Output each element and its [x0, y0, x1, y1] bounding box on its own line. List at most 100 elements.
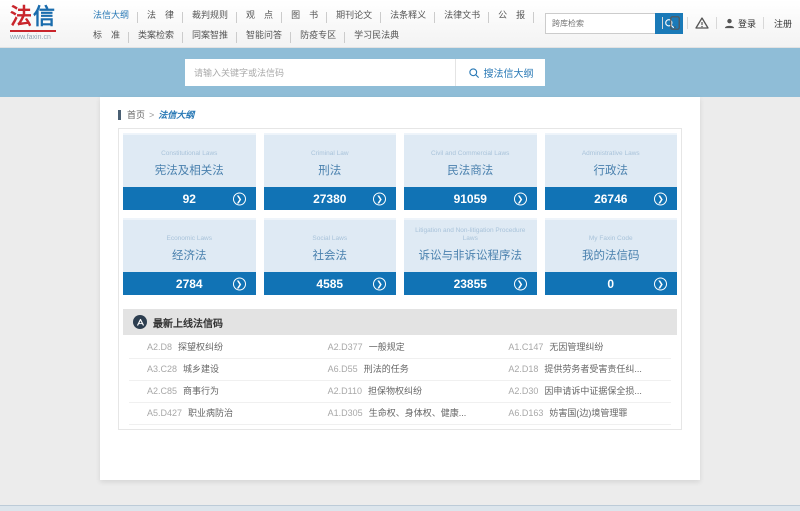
card-count: 91059 [453, 191, 487, 206]
card-count-bar: 27380 ❯ [263, 187, 396, 210]
outline-panel: Constitutional Laws 宪法及相关法 92 ❯ Criminal… [118, 128, 682, 430]
breadcrumb: 首页 > 法信大纲 [100, 97, 700, 128]
nav-item-viewpoints[interactable]: 观 点 [237, 8, 283, 23]
arrow-circle-icon[interactable]: ❯ [654, 277, 667, 290]
user-icon[interactable] [724, 18, 735, 29]
faxin-code: A2.D8 [147, 342, 173, 352]
faxin-code-title: 担保物权纠纷 [368, 386, 423, 396]
card-criminal-law[interactable]: Criminal Law 刑法 27380 ❯ [263, 133, 396, 210]
faxin-code-title: 商事行为 [183, 386, 220, 396]
card-body: Social Laws 社会法 [263, 218, 396, 272]
latest-badge-icon [133, 315, 147, 329]
card-title: 宪法及相关法 [154, 165, 224, 177]
card-english-caption: Criminal Law [310, 150, 349, 157]
list-item[interactable]: A2.D8 探望权纠纷 [129, 337, 310, 359]
card-my-faxin-code[interactable]: My Faxin Code 我的法信码 0 ❯ [544, 218, 677, 295]
list-item[interactable]: A2.D30 因申请诉中证据保全损... [490, 381, 671, 403]
list-item[interactable]: A1.D305 生命权、身体权、健康... [309, 403, 491, 425]
nav-item-similar-case-push[interactable]: 同案智推 [183, 28, 238, 43]
nav-item-epidemic-zone[interactable]: 防疫专区 [291, 28, 346, 43]
nav-row-2: 标 准 类案检索 同案智推 智能问答 防疫专区 学习民法典 [84, 24, 534, 44]
card-body: Criminal Law 刑法 [263, 133, 396, 187]
nav-item-books[interactable]: 图 书 [282, 8, 328, 23]
list-item[interactable]: A2.D110 担保物权纠纷 [309, 381, 491, 403]
nav-item-law[interactable]: 法 律 [138, 8, 184, 23]
arrow-circle-icon[interactable]: ❯ [232, 192, 246, 205]
card-english-caption: My Faxin Code [588, 235, 633, 242]
card-count-bar: 23855 ❯ [404, 272, 537, 295]
arrow-circle-icon[interactable]: ❯ [654, 192, 667, 205]
list-item[interactable]: A6.D55 刑法的任务 [309, 359, 491, 381]
list-item[interactable]: A5.D427 职业病防治 [129, 403, 310, 425]
nav-item-civil-code-study[interactable]: 学习民法典 [345, 28, 408, 41]
faxin-code: A5.D427 [147, 408, 183, 418]
nav-item-standards[interactable]: 标 准 [84, 28, 130, 43]
card-title: 民法商法 [447, 165, 494, 177]
faxin-logo[interactable]: 法信 www.faxin.cn [10, 5, 76, 41]
card-english-caption: Civil and Commercial Laws [431, 150, 510, 157]
faxin-code-title: 职业病防治 [188, 408, 234, 418]
faxin-code: A6.D163 [508, 408, 544, 418]
faxin-code: A1.D305 [327, 408, 363, 418]
faxin-code-title: 一般规定 [368, 342, 405, 352]
register-link[interactable]: 注册 [774, 17, 792, 30]
breadcrumb-current[interactable]: 法信大纲 [158, 108, 194, 121]
breadcrumb-home[interactable]: 首页 [127, 108, 145, 121]
card-title: 社会法 [312, 250, 348, 262]
card-constitutional-laws[interactable]: Constitutional Laws 宪法及相关法 92 ❯ [123, 133, 256, 210]
faxin-code: A2.D30 [508, 386, 539, 396]
main-search: 搜法信大纲 [185, 59, 545, 86]
card-economic-laws[interactable]: Economic Laws 经济法 2784 ❯ [123, 218, 256, 295]
alert-icon[interactable] [695, 17, 709, 29]
list-item[interactable]: A6.D163 妨害国(边)境管理罪 [490, 403, 671, 425]
list-item[interactable]: A2.C85 商事行为 [129, 381, 310, 403]
divider [762, 17, 764, 29]
nav-item-legal-documents[interactable]: 法律文书 [435, 8, 490, 23]
list-item[interactable]: A3.C28 城乡建设 [129, 359, 310, 381]
nav-item-gazette[interactable]: 公 报 [489, 8, 535, 23]
arrow-circle-icon[interactable]: ❯ [232, 277, 246, 290]
faxin-code: A3.C28 [147, 364, 178, 374]
main-nav: 法信大纲 法 律 裁判规则 观 点 图 书 期刊论文 法条释义 法律文书 公 报… [84, 4, 535, 44]
card-litigation-procedure-laws[interactable]: Litigation and Non-litigation Procedure … [404, 218, 537, 295]
divider [661, 17, 663, 29]
footer-strip [0, 505, 800, 511]
card-count-bar: 91059 ❯ [404, 187, 537, 210]
faxin-code: A2.D110 [327, 386, 363, 396]
nav-item-smart-qa[interactable]: 智能问答 [237, 28, 292, 43]
card-count-bar: 26746 ❯ [544, 187, 677, 210]
logo-url: www.faxin.cn [10, 34, 51, 41]
card-body: Economic Laws 经济法 [123, 218, 256, 272]
main-search-input[interactable] [185, 59, 455, 86]
list-item[interactable]: A1.C147 无因管理纠纷 [490, 337, 671, 359]
main-search-button[interactable]: 搜法信大纲 [455, 59, 545, 86]
card-title: 经济法 [172, 250, 207, 262]
logo-text: 法信 [10, 5, 57, 32]
search-icon [468, 67, 480, 79]
login-link[interactable]: 登录 [738, 17, 756, 30]
latest-section-title: 最新上线法信码 [153, 318, 223, 330]
card-social-laws[interactable]: Social Laws 社会法 4585 ❯ [263, 218, 396, 295]
mobile-icon[interactable] [670, 16, 680, 30]
quick-search-input[interactable] [545, 13, 655, 34]
arrow-circle-icon[interactable]: ❯ [513, 277, 527, 290]
card-body: My Faxin Code 我的法信码 [544, 218, 677, 272]
nav-item-journal-articles[interactable]: 期刊论文 [327, 8, 382, 23]
faxin-code-title: 提供劳务者受害责任纠... [544, 364, 642, 374]
card-count: 92 [182, 191, 196, 206]
arrow-circle-icon[interactable]: ❯ [373, 277, 386, 290]
card-administrative-laws[interactable]: Administrative Laws 行政法 26746 ❯ [544, 133, 677, 210]
faxin-code: A1.C147 [508, 342, 544, 352]
top-header: 法信 www.faxin.cn 法信大纲 法 律 裁判规则 观 点 图 书 期刊… [0, 0, 800, 48]
nav-item-similar-case-search[interactable]: 类案检索 [129, 28, 184, 43]
faxin-code-title: 探望权纠纷 [178, 342, 224, 352]
arrow-circle-icon[interactable]: ❯ [513, 192, 527, 205]
arrow-circle-icon[interactable]: ❯ [373, 192, 386, 205]
nav-item-law-interpretation[interactable]: 法条释义 [381, 8, 436, 23]
card-civil-commercial-laws[interactable]: Civil and Commercial Laws 民法商法 91059 ❯ [404, 133, 537, 210]
nav-item-faxin-outline[interactable]: 法信大纲 [84, 8, 139, 23]
hero-band: 搜法信大纲 [0, 48, 800, 97]
nav-item-judgment-rules[interactable]: 裁判规则 [183, 8, 238, 23]
list-item[interactable]: A2.D18 提供劳务者受害责任纠... [490, 359, 671, 381]
list-item[interactable]: A2.D377 一般规定 [309, 337, 491, 359]
